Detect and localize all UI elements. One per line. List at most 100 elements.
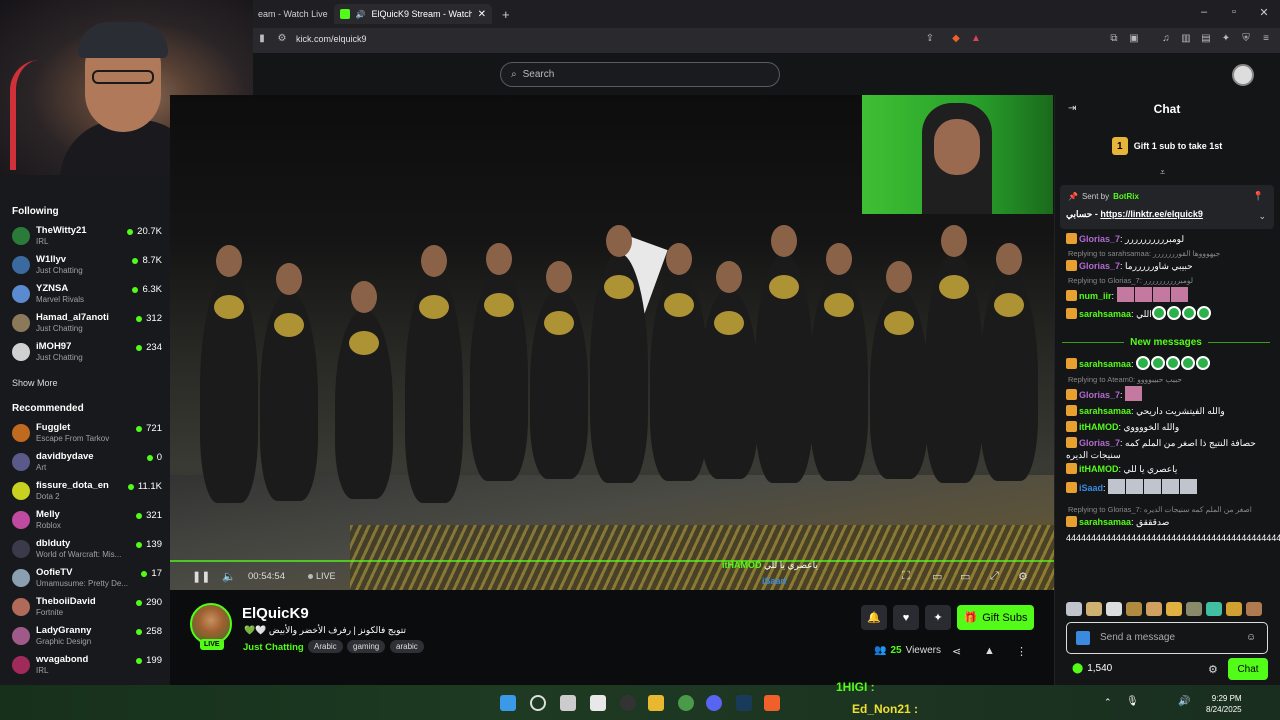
chrome-icon[interactable]: [678, 695, 694, 711]
new-tab-button[interactable]: +: [496, 4, 516, 24]
emote-10[interactable]: [1246, 602, 1262, 616]
discord-icon[interactable]: [706, 695, 722, 711]
emote[interactable]: [1170, 287, 1188, 302]
following-channel[interactable]: Hamad_al7anoti Just Chatting 312: [12, 311, 162, 337]
tag-arabic[interactable]: Arabic: [308, 640, 343, 653]
emote[interactable]: [1166, 356, 1181, 370]
chat-message[interactable]: num_iir:: [1066, 287, 1270, 302]
recommended-channel[interactable]: wvagabond IRL 199: [12, 653, 162, 679]
clip-icon[interactable]: ⛶: [902, 570, 910, 583]
recommended-channel[interactable]: fissure_dota_en Dota 2 11.1K: [12, 479, 162, 505]
chat-identity-badge-icon[interactable]: [1076, 631, 1090, 645]
report-icon[interactable]: ▲: [984, 645, 995, 657]
chat-message[interactable]: iSaad:: [1066, 479, 1270, 494]
pip-icon[interactable]: ▭: [932, 570, 942, 583]
chat-username[interactable]: sarahsamaa: [1079, 359, 1131, 369]
following-channel[interactable]: TheWitty21 IRL 20.7K: [12, 224, 162, 250]
emote-9[interactable]: [1226, 602, 1242, 616]
vpn-icon[interactable]: ⛨: [1240, 33, 1252, 45]
chat-username[interactable]: Glorias_7: [1079, 390, 1120, 400]
gift-leaderboard-banner[interactable]: 1 Gift 1 sub to take 1st: [1054, 133, 1280, 159]
url-text[interactable]: kick.com/elquick9: [296, 34, 367, 44]
more-options-icon[interactable]: ⋮: [1016, 645, 1027, 658]
emote[interactable]: [1152, 287, 1170, 302]
reply-context[interactable]: Replying to Ateam0: حبيب حبيبوووو: [1068, 375, 1182, 384]
store-icon[interactable]: [590, 695, 606, 711]
channel-name[interactable]: ElQuicK9: [242, 605, 309, 622]
menu-icon[interactable]: ≡: [1260, 33, 1272, 45]
following-channel[interactable]: iMOH97 Just Chatting 234: [12, 340, 162, 366]
chat-username[interactable]: Glorias_7: [1079, 261, 1120, 271]
new-messages-divider[interactable]: New messages: [1062, 337, 1270, 348]
progress-bar[interactable]: [170, 560, 1054, 562]
emote[interactable]: [1196, 306, 1211, 320]
site-info-icon[interactable]: ⚙: [276, 33, 288, 45]
emote[interactable]: [1116, 287, 1134, 302]
pinned-link[interactable]: https://linktr.ee/elquick9: [1100, 209, 1203, 219]
file-explorer-icon[interactable]: [648, 695, 664, 711]
emote-3[interactable]: [1106, 602, 1122, 616]
emote-5[interactable]: [1146, 602, 1162, 616]
tabs-icon[interactable]: ▣: [1128, 33, 1140, 45]
tag-gaming[interactable]: gaming: [347, 640, 386, 653]
brave-icon[interactable]: [764, 695, 780, 711]
chat-username[interactable]: Glorias_7: [1079, 234, 1120, 244]
reply-context[interactable]: Replying to Glorias_7: اصغر من الملم كمه…: [1068, 505, 1252, 514]
recommended-channel[interactable]: TheboiiDavid Fortnite 290: [12, 595, 162, 621]
emote[interactable]: [1134, 287, 1152, 302]
chat-message[interactable]: sarahsamaa: والله الفيتشريت داريحي: [1066, 405, 1270, 417]
recommended-channel[interactable]: LadyGranny Graphic Design 258: [12, 624, 162, 650]
reply-context[interactable]: Replying to sarahsamaa: جيهوووها القوررر…: [1068, 249, 1220, 258]
taskbar-search-icon[interactable]: [530, 695, 546, 711]
wallet-icon[interactable]: ▤: [1200, 33, 1212, 45]
emote[interactable]: [1151, 306, 1166, 320]
chat-message[interactable]: itHAMOD: والله الخووووي: [1066, 421, 1270, 433]
fullscreen-icon[interactable]: ⤢: [990, 570, 999, 583]
emote[interactable]: [1151, 356, 1166, 370]
chat-username[interactable]: iSaad: [1079, 483, 1103, 493]
emote[interactable]: [1181, 356, 1196, 370]
emote[interactable]: [1166, 306, 1181, 320]
emote[interactable]: [1180, 479, 1198, 494]
theater-icon[interactable]: ▭: [960, 570, 970, 583]
chat-message[interactable]: sarahsamaa: صدقققق: [1066, 516, 1270, 528]
minimize-icon[interactable]: –: [1194, 6, 1214, 18]
tag-arabic-lower[interactable]: arabic: [390, 640, 424, 653]
chat-message[interactable]: Glorias_7: حصافة النتيج ذا اصغر من الملم…: [1066, 437, 1270, 461]
chat-username[interactable]: itHAMOD: [1079, 422, 1119, 432]
notification-bell-icon[interactable]: 🔔: [861, 605, 887, 630]
mic-tray-icon[interactable]: 🎙: [1126, 696, 1139, 707]
chat-message[interactable]: 4444444444444444444444444444444444444444…: [1066, 532, 1280, 544]
chat-message[interactable]: Glorias_7:: [1066, 386, 1270, 401]
emote[interactable]: [1181, 306, 1196, 320]
bookmark-icon[interactable]: ▮: [256, 33, 268, 45]
emote-1[interactable]: [1066, 602, 1082, 616]
following-channel[interactable]: YZNSA Marvel Rivals 6.3K: [12, 282, 162, 308]
task-view-icon[interactable]: [560, 695, 576, 711]
following-channel[interactable]: W1llyv Just Chatting 8.7K: [12, 253, 162, 279]
recommended-channel[interactable]: Fugglet Escape From Tarkov 721: [12, 421, 162, 447]
emote-7[interactable]: [1186, 602, 1202, 616]
emote[interactable]: [1108, 479, 1126, 494]
recommended-channel[interactable]: Melly Roblox 321: [12, 508, 162, 534]
follow-heart-icon[interactable]: ♥: [893, 605, 919, 630]
chat-username[interactable]: Glorias_7: [1079, 438, 1120, 448]
category-link[interactable]: Just Chatting: [243, 642, 304, 653]
emote-4[interactable]: [1126, 602, 1142, 616]
reply-context[interactable]: Replying to Glorias_7: لومبرررررررررر: [1068, 276, 1193, 285]
tray-chevron-icon[interactable]: ⌃: [1104, 697, 1112, 708]
brave-rewards-icon[interactable]: ▲: [970, 33, 982, 45]
chat-message[interactable]: sarahsamaa:: [1066, 356, 1270, 370]
chat-send-button[interactable]: Chat: [1228, 658, 1268, 680]
close-tab-icon[interactable]: ✕: [478, 9, 486, 20]
chat-message[interactable]: Glorias_7: لومبرررررررررر: [1066, 233, 1270, 245]
expand-pinned-icon[interactable]: ⌄: [1258, 211, 1266, 222]
emote[interactable]: [1126, 479, 1144, 494]
system-clock[interactable]: 9:29 PM 8/24/2025: [1206, 693, 1242, 715]
gift-subs-button[interactable]: 🎁 Gift Subs: [957, 605, 1034, 630]
emote[interactable]: [1196, 356, 1211, 370]
chat-username[interactable]: sarahsamaa: [1079, 309, 1131, 319]
emote-quick-bar[interactable]: [1066, 602, 1270, 618]
close-window-icon[interactable]: ✕: [1254, 6, 1274, 19]
extensions-icon[interactable]: ⧉: [1108, 33, 1120, 45]
